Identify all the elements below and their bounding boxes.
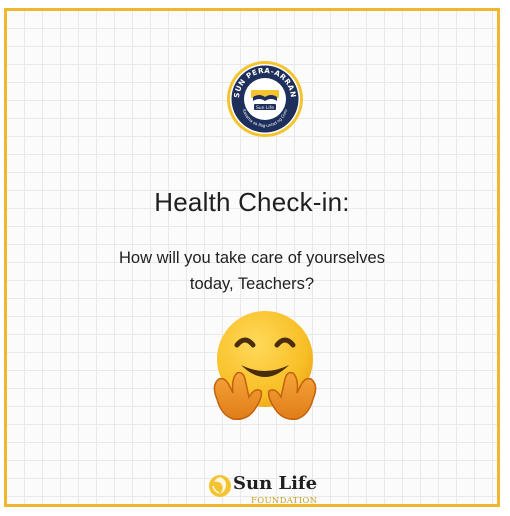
seal-center-text: Sun Life xyxy=(256,105,274,111)
question-text: How will you take care of yourselves tod… xyxy=(7,245,497,297)
sun-pera-arran-seal-logo: SUN PERA-ARRAN Kasama sa Pag-unlad ng Gu… xyxy=(227,61,303,137)
hugging-face-emoji xyxy=(213,311,317,421)
sun-life-foundation-logo: Sun Life FOUNDATION xyxy=(205,469,335,513)
page-title: Health Check-in: xyxy=(154,187,350,217)
brand-subtitle: FOUNDATION xyxy=(251,496,318,506)
question-line-2: today, Teachers? xyxy=(189,275,315,293)
brand-name: Sun Life xyxy=(233,473,318,494)
question-line-1: How will you take care of yourselves xyxy=(119,249,385,267)
health-checkin-card: SUN PERA-ARRAN Kasama sa Pag-unlad ng Gu… xyxy=(4,8,500,507)
sun-swirl-icon xyxy=(209,475,231,497)
